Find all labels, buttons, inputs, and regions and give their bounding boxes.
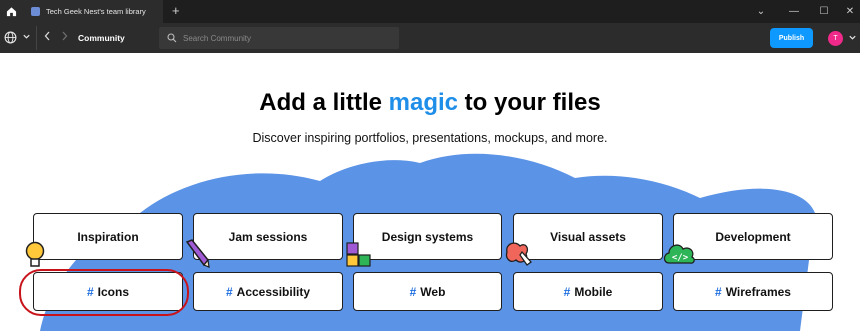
lightbulb-icon	[25, 241, 45, 267]
tag-label: Web	[420, 284, 446, 299]
blocks-icon	[346, 242, 371, 267]
chevron-down-icon[interactable]	[848, 33, 857, 42]
tag-pill-mobile[interactable]: # Mobile	[513, 272, 663, 311]
tag-label: Accessibility	[236, 284, 311, 299]
category-card-design-systems[interactable]: Design systems	[353, 213, 502, 260]
hash-icon: #	[409, 284, 417, 299]
new-tab-button[interactable]: +	[172, 3, 180, 19]
figma-file-icon	[31, 7, 40, 16]
category-label: Development	[715, 229, 791, 244]
code-cloud-icon: </>	[663, 244, 695, 264]
avatar[interactable]: T	[828, 31, 843, 46]
hash-icon: #	[225, 284, 233, 299]
category-card-jam-sessions[interactable]: Jam sessions	[193, 213, 343, 260]
page-title: Add a little magic to your files	[0, 89, 860, 117]
category-label: Design systems	[381, 229, 474, 244]
tag-label: Wireframes	[725, 284, 791, 299]
globe-icon[interactable]	[4, 31, 17, 44]
toolbar: Community Publish T	[0, 23, 860, 53]
title-bar: Tech Geek Nest's team library + ⌄ — ☐ ✕	[0, 0, 860, 23]
tab-title: Tech Geek Nest's team library	[46, 7, 146, 16]
title-start: Add a little	[259, 89, 389, 116]
title-highlight: magic	[388, 89, 459, 116]
pencil-icon	[185, 239, 210, 268]
publish-button[interactable]: Publish	[770, 28, 813, 48]
category-card-development[interactable]: Development	[673, 213, 833, 260]
community-hero: Add a little magic to your files Discove…	[0, 53, 860, 331]
hash-icon: #	[86, 284, 94, 299]
tag-pill-wireframes[interactable]: # Wireframes	[673, 272, 833, 311]
file-tab[interactable]: Tech Geek Nest's team library	[23, 0, 163, 23]
page-subtitle: Discover inspiring portfolios, presentat…	[252, 131, 608, 145]
search-bar[interactable]	[159, 27, 399, 49]
pen-nib-icon	[505, 242, 532, 266]
close-button[interactable]: ✕	[834, 0, 860, 23]
home-button[interactable]	[0, 0, 23, 23]
tag-pill-icons[interactable]: # Icons	[33, 272, 183, 311]
tabs-dropdown-button[interactable]: ⌄	[745, 0, 777, 23]
chevron-left-icon	[44, 31, 50, 41]
forward-button[interactable]	[60, 30, 69, 45]
breadcrumb[interactable]: Community	[78, 33, 125, 43]
svg-text:</>: </>	[672, 253, 689, 263]
category-label: Inspiration	[77, 229, 139, 244]
hash-icon: #	[563, 284, 571, 299]
category-label: Jam sessions	[228, 229, 308, 244]
chevron-down-icon[interactable]	[22, 32, 31, 41]
tag-label: Mobile	[574, 284, 613, 299]
minimize-button[interactable]: —	[778, 0, 810, 23]
toolbar-divider	[36, 26, 37, 50]
category-card-inspiration[interactable]: Inspiration	[33, 213, 183, 260]
search-icon	[167, 33, 177, 43]
tag-pill-accessibility[interactable]: # Accessibility	[193, 272, 343, 311]
home-icon	[6, 7, 17, 17]
back-button[interactable]	[43, 30, 52, 45]
tag-pill-web[interactable]: # Web	[353, 272, 502, 311]
hash-icon: #	[715, 284, 722, 299]
title-end: to your files	[458, 89, 601, 116]
tag-label: Icons	[97, 284, 130, 299]
search-input[interactable]	[183, 33, 383, 43]
category-label: Visual assets	[550, 229, 626, 244]
chevron-right-icon	[62, 31, 68, 41]
category-card-visual-assets[interactable]: Visual assets	[513, 213, 663, 260]
